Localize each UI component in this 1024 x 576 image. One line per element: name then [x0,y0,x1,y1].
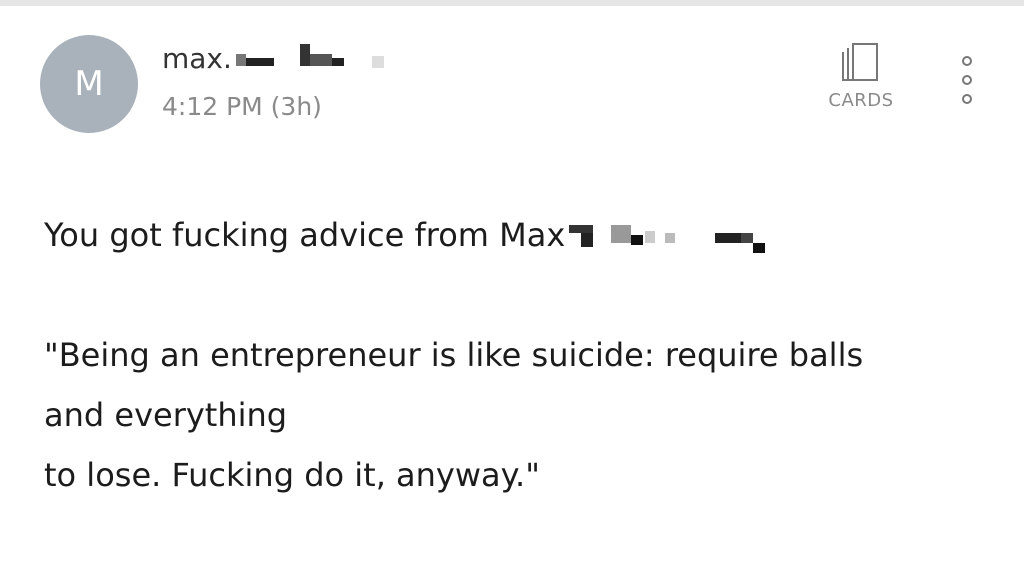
cards-button[interactable]: CARDS [818,40,904,124]
more-vertical-icon-dot-3 [962,94,972,104]
avatar[interactable]: M [40,35,138,133]
sender-name-prefix: max. [162,41,232,75]
more-vertical-icon [962,56,972,66]
message-line-3: and everything [44,396,288,434]
message-line-4: to lose. Fucking do it, anyway." [44,456,540,494]
cards-label: CARDS [828,90,894,111]
cards-icon [842,43,878,81]
redacted-name-block [232,38,462,78]
timestamp: 4:12 PM (3h) [162,92,322,121]
more-vertical-icon-dot-2 [962,75,972,85]
sender-name[interactable]: max. [162,38,462,78]
avatar-initial: M [74,64,104,104]
redacted-surname-block [565,215,775,255]
message-body: You got fucking advice from Max "Being a… [44,205,984,505]
message-line-1: You got fucking advice from Max [44,205,984,265]
top-divider [0,0,1024,6]
message-line-1-text: You got fucking advice from Max [44,216,566,254]
message-line-2: "Being an entrepreneur is like suicide: … [44,336,864,374]
more-options-button[interactable] [956,56,978,104]
